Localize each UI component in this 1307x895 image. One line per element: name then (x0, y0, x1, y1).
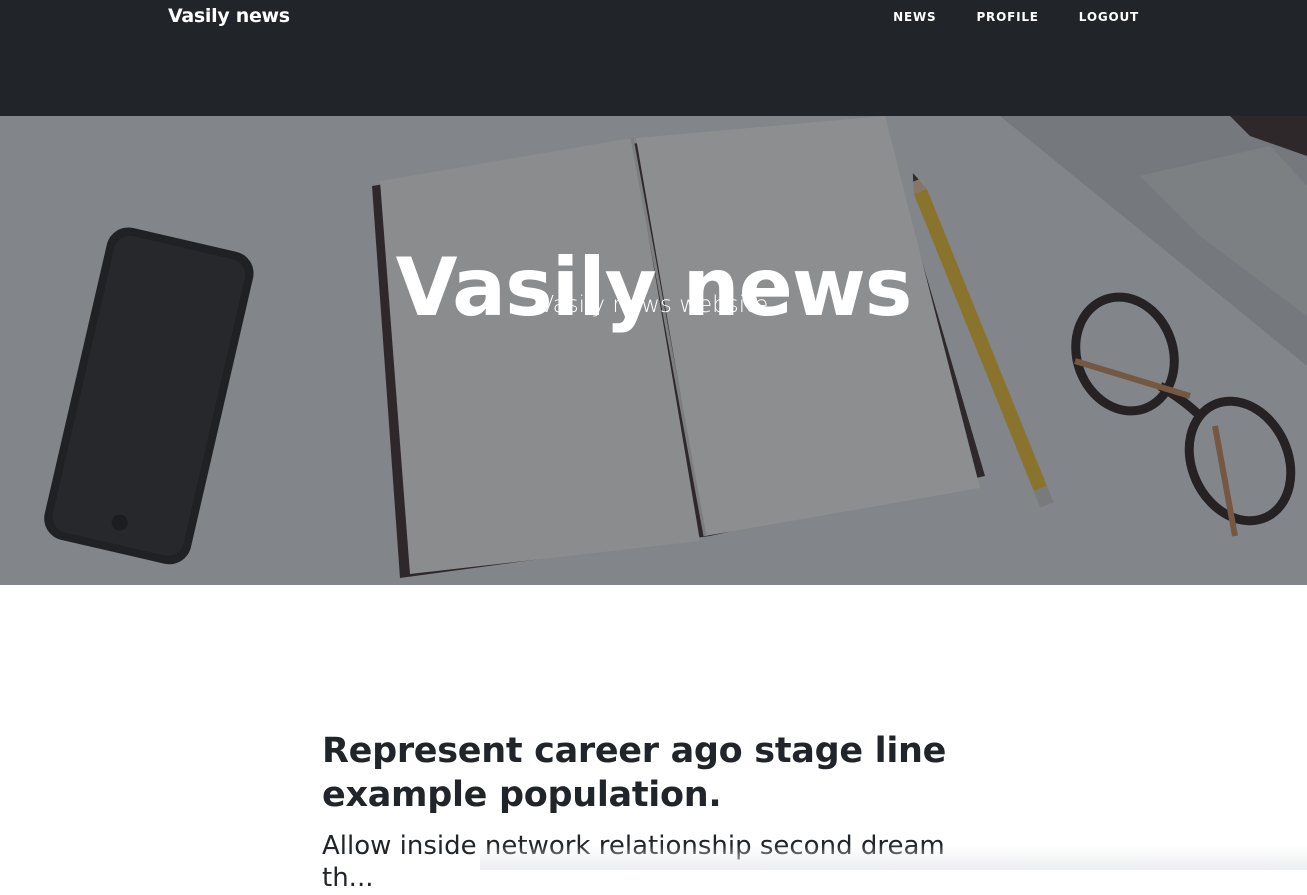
nav-links: NEWS PROFILE LOGOUT (853, 10, 1139, 24)
main-navbar: Vasily news NEWS PROFILE LOGOUT (0, 0, 1307, 116)
post-subtitle[interactable]: Allow inside network relationship second… (322, 830, 982, 895)
hero-header: Vasily news Vasily news website (0, 116, 1307, 585)
site-heading: Vasily news (395, 240, 913, 334)
nav-link-logout[interactable]: LOGOUT (1079, 10, 1139, 24)
hero-overlay (0, 116, 1307, 585)
site-subheading: Vasily news website (538, 292, 769, 318)
nav-link-news[interactable]: NEWS (893, 10, 936, 24)
brand-link[interactable]: Vasily news (168, 5, 290, 27)
post-title[interactable]: Represent career ago stage line example … (322, 730, 982, 818)
nav-link-profile[interactable]: PROFILE (976, 10, 1038, 24)
